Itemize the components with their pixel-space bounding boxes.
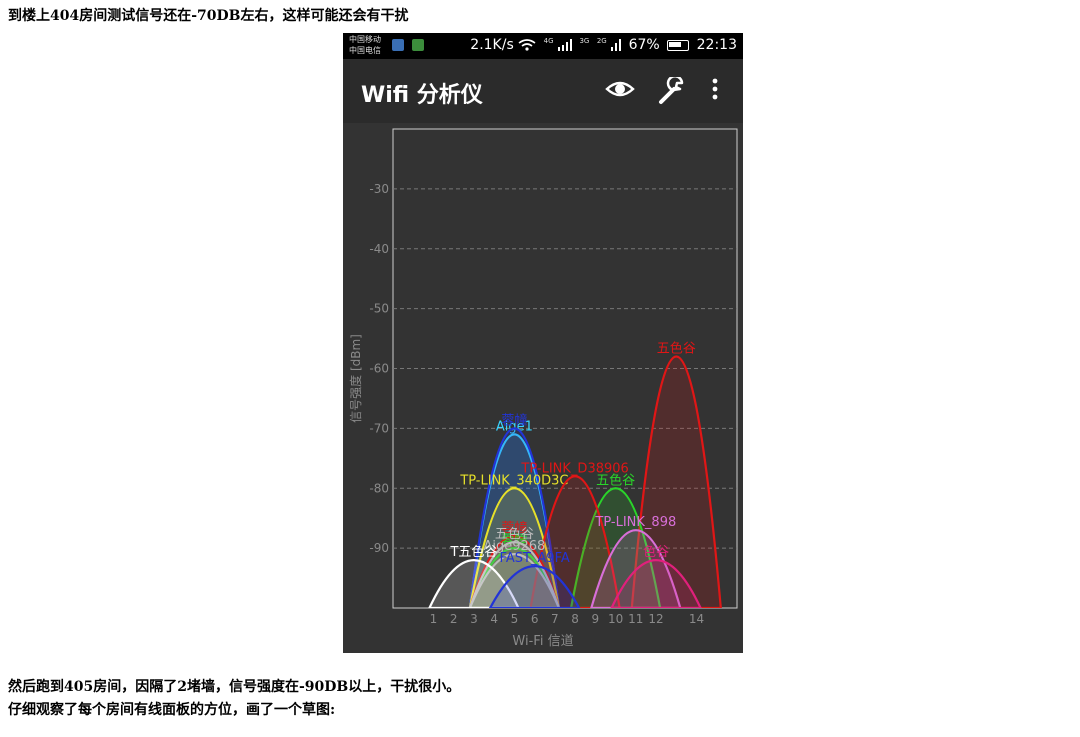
clock: 22:13	[696, 37, 737, 53]
y-tick-label: -50	[369, 302, 389, 316]
y-tick-label: -60	[369, 362, 389, 376]
y-tick-label: -90	[369, 541, 389, 555]
network-label: 五色谷	[657, 341, 696, 357]
article-paragraph-1: 到楼上404房间测试信号还在-70DB左右，这样可能还会有干扰	[8, 8, 409, 24]
status-bar: 中国移动 中国电信 2.1K/s 4G 3G 2G 67% 22:13	[343, 33, 743, 59]
x-tick-label: 3	[470, 612, 478, 626]
x-tick-label: 4	[490, 612, 498, 626]
article-paragraph-2: 然后跑到405房间，因隔了2堵墙，信号强度在-90DB以上，干扰很小。	[8, 679, 461, 695]
x-tick-label: 6	[531, 612, 539, 626]
phone-screenshot: 中国移动 中国电信 2.1K/s 4G 3G 2G 67% 22:13 Wifi…	[343, 33, 743, 653]
network-type-label: 3G	[579, 37, 590, 45]
x-tick-label: 14	[689, 612, 704, 626]
y-axis-label: 信号强度 [dBm]	[348, 334, 363, 423]
network-label: TP-LINK_D38906	[520, 461, 628, 476]
wifi-signal-icon	[518, 39, 536, 51]
y-tick-label: -40	[369, 242, 389, 256]
network-label: FAST_A9FA	[500, 551, 570, 566]
x-tick-label: 10	[608, 612, 623, 626]
y-tick-label: -80	[369, 481, 389, 495]
network-type-label: 2G	[596, 37, 607, 45]
eye-icon[interactable]	[605, 77, 635, 101]
network-label: T五色谷	[449, 544, 497, 560]
app-title: Wifi 分析仪	[361, 83, 483, 108]
article-paragraph-3: 仔细观察了每个房间有线面板的方位，画了一个草图:	[8, 702, 336, 718]
cell-signal-icon	[558, 39, 573, 51]
signal-chart: -30 -40 -50 -60 -70 -80 -90 信号强度 [dBm] 1 2 3 4 5 6 7 8 9…	[343, 123, 743, 653]
battery-percent: 67%	[628, 37, 660, 53]
y-tick-label: -70	[369, 421, 389, 435]
x-tick-label: 12	[648, 612, 663, 626]
cell-signal-icon	[611, 39, 622, 51]
network-label: TP-LINK_898	[594, 515, 676, 530]
battery-icon	[667, 39, 690, 51]
x-tick-label: 5	[511, 612, 519, 626]
notification-icon	[412, 39, 424, 51]
status-indicators: 2.1K/s 4G 3G 2G 67% 22:13	[467, 37, 737, 53]
network-speed: 2.1K/s	[470, 37, 514, 53]
app-bar: Wifi 分析仪	[343, 59, 743, 123]
network-type-label: 4G	[543, 37, 554, 45]
x-tick-label: 9	[592, 612, 600, 626]
x-tick-label: 7	[551, 612, 559, 626]
chart-svg: -30-40-50-60-70-80-90信号强度 [dBm]1 2 3 4 5 6 7 8 9…	[348, 128, 738, 626]
carrier-label: 中国电信	[349, 46, 381, 55]
y-tick-label: -30	[369, 182, 389, 196]
x-axis-label: Wi-Fi 信道	[512, 634, 574, 649]
x-tick-label: 8	[571, 612, 579, 626]
x-tick-label: 1	[430, 612, 438, 626]
carrier-label: 中国移动	[349, 35, 381, 44]
x-tick-label: 2	[450, 612, 458, 626]
wrench-icon[interactable]	[657, 77, 687, 105]
network-label: 蓉幢	[501, 412, 527, 428]
network-label: 色谷	[643, 544, 669, 560]
x-tick-label: 11	[628, 612, 643, 626]
notification-icon	[392, 39, 404, 51]
more-icon[interactable]	[711, 77, 719, 101]
